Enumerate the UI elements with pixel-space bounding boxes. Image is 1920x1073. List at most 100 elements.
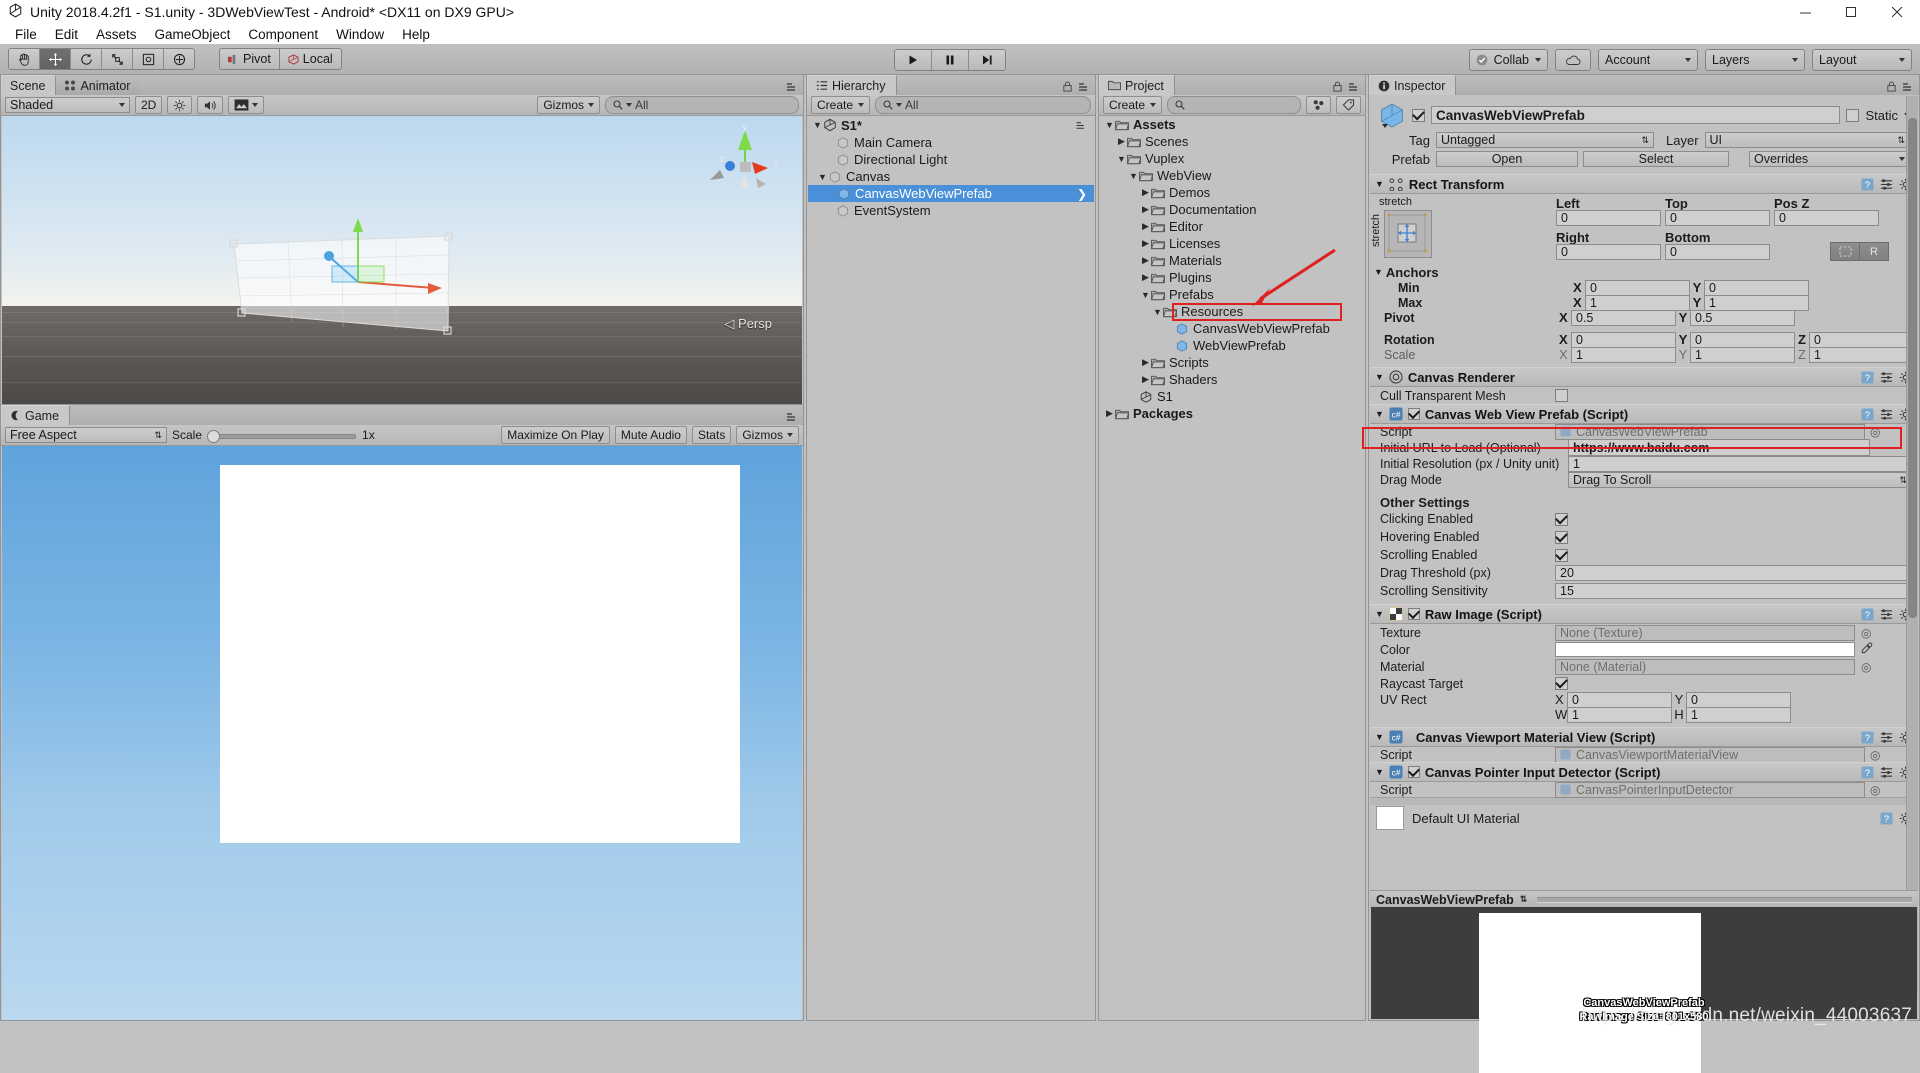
scene-orientation-gizmo[interactable]: y x z [700,124,790,204]
menu-file[interactable]: File [6,26,46,43]
audio-toggle-button[interactable] [197,96,224,114]
uv-y-field[interactable]: 0 [1686,691,1791,708]
hierarchy-item-canvas[interactable]: ▼ Canvas [808,168,1094,185]
account-dropdown[interactable]: Account [1598,49,1698,71]
layout-dropdown[interactable]: Layout [1812,49,1912,71]
clicking-enabled-checkbox[interactable] [1555,512,1568,526]
aspect-dropdown[interactable]: Free Aspect ⇅ [5,427,167,443]
expand-triangle-icon[interactable]: ▶ [1140,272,1151,283]
preview-render-area[interactable]: CanvasWebViewPrefab RawImage Size: 801x5… [1371,907,1917,1073]
expand-triangle-icon[interactable]: ▼ [817,172,828,182]
tab-animator[interactable]: Animator [56,76,141,95]
cloud-button[interactable] [1555,49,1591,71]
hierarchy-item-canvaswebviewprefab[interactable]: CanvasWebViewPrefab ❯ [808,185,1094,202]
raycast-target-checkbox[interactable] [1555,677,1568,690]
raw-image-enabled-checkbox[interactable] [1407,608,1420,620]
prefab-arrow-icon[interactable]: ❯ [1077,187,1087,201]
project-filter-label-button[interactable] [1336,96,1361,114]
anchor-preset-button[interactable] [1384,210,1432,258]
expand-triangle-icon[interactable]: ▼ [1375,609,1384,619]
hovering-enabled-checkbox[interactable] [1555,530,1568,544]
scale-z-field[interactable]: 1 [1809,346,1914,363]
preset-icon[interactable] [1880,608,1893,621]
expand-triangle-icon[interactable]: ▶ [1140,204,1151,215]
left-field[interactable]: 0 [1556,210,1661,226]
rotation-y-field[interactable]: 0 [1690,331,1795,348]
project-create-button[interactable]: Create [1103,96,1163,114]
project-item-scenes[interactable]: ▶ Scenes [1100,133,1364,150]
project-item-documentation[interactable]: ▶ Documentation [1100,201,1364,218]
tab-project[interactable]: Project [1099,75,1175,95]
menu-window[interactable]: Window [327,26,393,43]
preset-icon[interactable] [1880,766,1893,779]
game-viewport[interactable] [2,446,802,1020]
rotation-x-field[interactable]: 0 [1571,331,1676,348]
eyedropper-icon[interactable] [1861,642,1873,657]
hierarchy-tab-menu[interactable] [1062,81,1091,92]
expand-triangle-icon[interactable]: ▼ [1152,307,1163,317]
project-item-s1[interactable]: ▶S1 [1100,388,1364,405]
rotation-z-field[interactable]: 0 [1809,331,1914,348]
scale-slider[interactable] [207,428,357,443]
anchor-min-y-field[interactable]: 0 [1704,279,1809,296]
hierarchy-search-input[interactable]: All [875,96,1091,114]
canvas-webview-prefab-enabled-checkbox[interactable] [1407,408,1420,420]
help-icon[interactable]: ? [1861,730,1874,744]
menu-help[interactable]: Help [393,26,439,43]
menu-gameobject[interactable]: GameObject [146,26,240,43]
component-header-canvas-viewport-material-view[interactable]: ▼ c# Canvas Viewport Material View (Scri… [1370,727,1918,747]
prefab-open-button[interactable]: Open [1436,151,1578,167]
scale-x-field[interactable]: 1 [1571,346,1676,363]
scene-viewport[interactable]: y x z ◁ Persp [2,116,802,406]
project-item-scripts[interactable]: ▶ Scripts [1100,354,1364,371]
component-header-raw-image[interactable]: ▼ Raw Image (Script) ? [1370,604,1918,624]
object-picker-icon[interactable]: ◎ [1870,783,1880,797]
anchor-max-y-field[interactable]: 1 [1704,294,1809,311]
inspector-tab-menu[interactable] [1886,81,1915,92]
expand-triangle-icon[interactable]: ▼ [1128,171,1139,181]
expand-triangle-icon[interactable]: ▼ [1375,372,1384,382]
raw-edit-mode-button[interactable]: R [1860,242,1889,261]
project-item-shaders[interactable]: ▶ Shaders [1100,371,1364,388]
expand-triangle-icon[interactable]: ▶ [1140,187,1151,198]
project-item-demos[interactable]: ▶ Demos [1100,184,1364,201]
project-item-vuplex[interactable]: ▼ Vuplex [1100,150,1364,167]
layers-dropdown[interactable]: Layers [1705,49,1805,71]
expand-triangle-icon[interactable]: ▼ [1140,290,1151,300]
minimize-button[interactable] [1782,0,1828,24]
pause-button[interactable] [932,50,969,70]
help-icon[interactable]: ? [1861,370,1874,384]
drag-mode-dropdown[interactable]: Drag To Scroll ⇅ [1568,472,1912,488]
object-picker-icon[interactable]: ◎ [1861,660,1871,674]
layer-dropdown[interactable]: UI ⇅ [1704,132,1910,148]
stats-button[interactable]: Stats [691,426,732,444]
blueprint-mode-button[interactable] [1830,242,1860,261]
transform-tool-button[interactable] [164,49,194,69]
project-item-assets[interactable]: ▼ Assets [1100,116,1364,133]
menu-edit[interactable]: Edit [46,26,87,43]
expand-triangle-icon[interactable]: ▶ [1104,408,1115,419]
hierarchy-item-directional-light[interactable]: ▶ Directional Light [808,151,1094,168]
material-header-default-ui-material[interactable]: Default UI Material ? [1370,805,1918,831]
uv-w-field[interactable]: 1 [1567,706,1672,723]
rect-tool-button[interactable] [133,49,164,69]
pivot-x-field[interactable]: 0.5 [1571,309,1676,326]
tab-hierarchy[interactable]: Hierarchy [807,75,897,95]
hierarchy-scene-row[interactable]: ▼ S1* [808,116,1094,134]
component-header-rect-transform[interactable]: ▼ Rect Transform ? [1370,174,1918,194]
uv-x-field[interactable]: 0 [1567,691,1672,708]
preset-icon[interactable] [1880,408,1893,421]
maximize-button[interactable] [1828,0,1874,24]
scale-tool-button[interactable] [102,49,133,69]
script-field[interactable]: CanvasPointerInputDetector [1555,781,1865,798]
expand-triangle-icon[interactable]: ▼ [1375,179,1384,189]
prefab-select-button[interactable]: Select [1583,151,1729,167]
expand-triangle-icon[interactable]: ▼ [1375,732,1384,742]
lighting-toggle-button[interactable] [167,96,193,114]
bottom-field[interactable]: 0 [1665,244,1770,260]
expand-triangle-icon[interactable]: ▼ [812,120,823,130]
effects-toggle-button[interactable] [228,96,265,114]
hierarchy-scene-menu[interactable] [1075,118,1088,133]
tab-inspector[interactable]: Inspector [1369,75,1457,95]
scene-tab-menu[interactable] [786,82,799,92]
